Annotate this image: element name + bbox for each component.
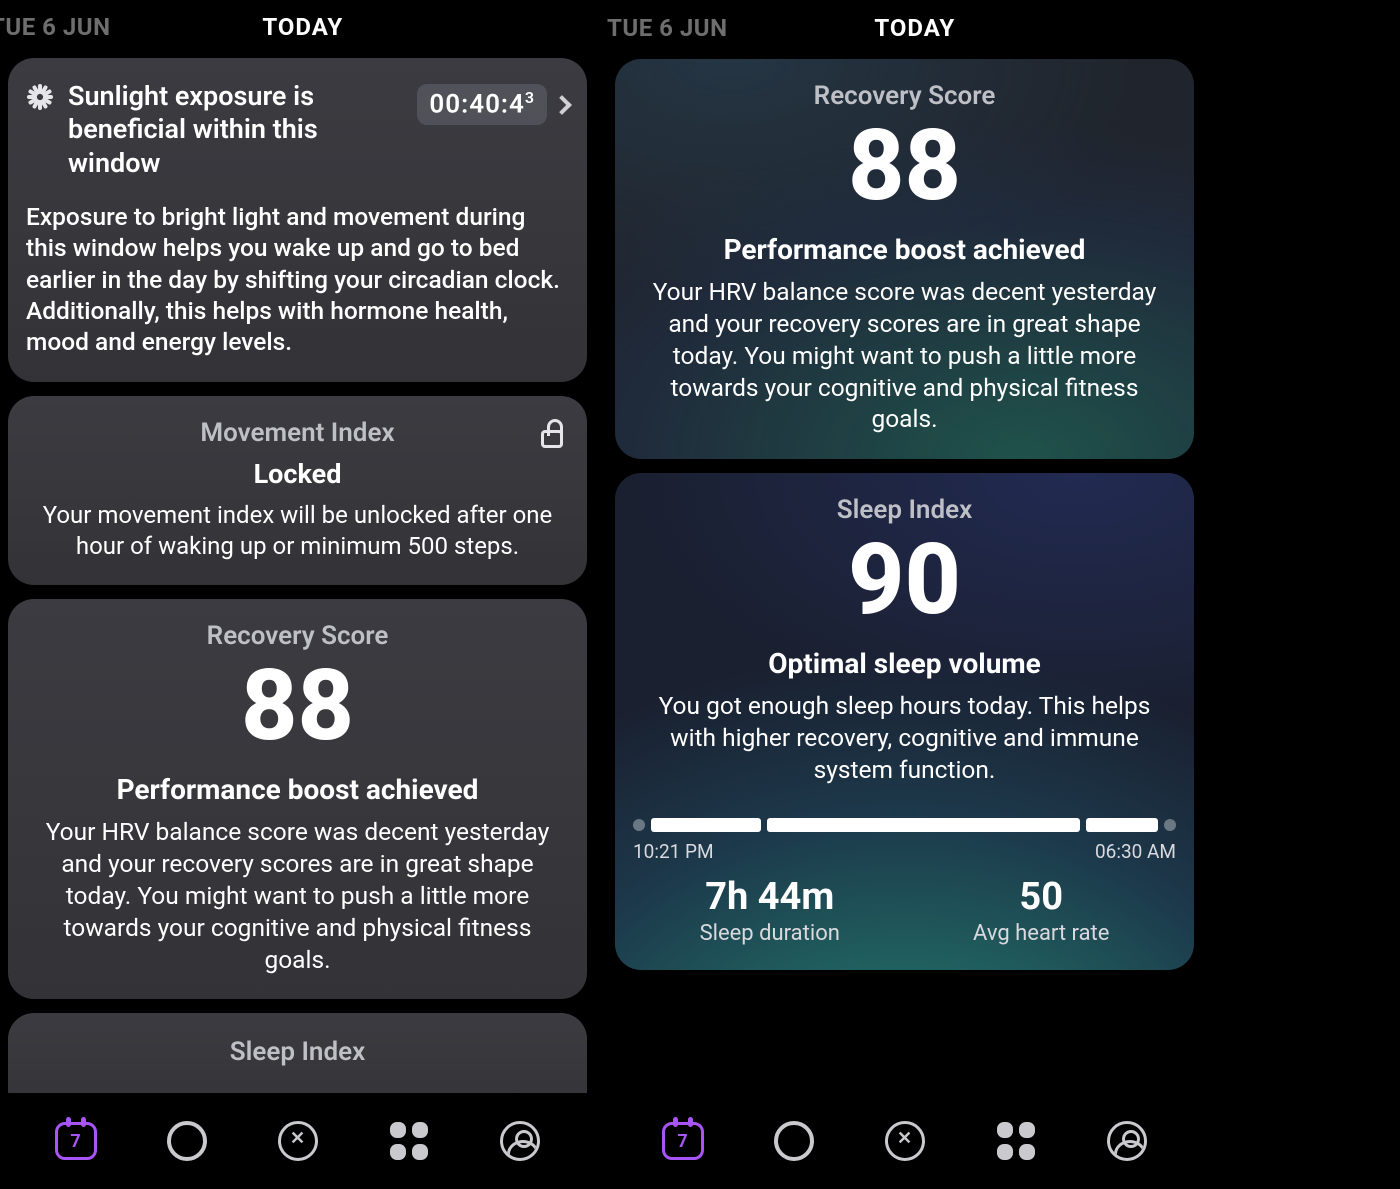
status-date: TUE 6 JUN — [607, 14, 728, 42]
recovery-title: Recovery Score — [207, 621, 389, 651]
recovery-title: Recovery Score — [814, 81, 996, 111]
status-bar: TUE 6 JUN TODAY — [0, 0, 595, 54]
sleep-title-stub: Sleep Index — [230, 1037, 365, 1067]
recovery-score: 88 — [633, 117, 1176, 215]
sunlight-card[interactable]: Sunlight exposure is beneficial within t… — [8, 58, 587, 382]
sleep-card[interactable]: Sleep Index 90 Optimal sleep volume You … — [615, 473, 1194, 970]
sleep-duration-value: 7h 44m — [700, 875, 840, 919]
movement-title: Movement Index — [200, 418, 394, 448]
sleep-end-time: 06:30 AM — [1095, 840, 1176, 863]
sleep-card-stub[interactable]: Sleep Index — [8, 1013, 587, 1093]
sleep-hr-value: 50 — [973, 875, 1109, 919]
nav-supplements[interactable] — [273, 1116, 323, 1166]
sleep-duration-label: Sleep duration — [700, 921, 840, 946]
recovery-card-right[interactable]: Recovery Score 88 Performance boost achi… — [615, 59, 1194, 459]
sleep-body: You got enough sleep hours today. This h… — [633, 690, 1176, 786]
sleep-dot-end — [1164, 819, 1176, 831]
sunlight-title: Sunlight exposure is beneficial within t… — [68, 80, 403, 181]
sleep-segment — [1086, 818, 1158, 832]
chevron-right-icon[interactable] — [552, 95, 572, 115]
recovery-card-left[interactable]: Recovery Score 88 Performance boost achi… — [8, 599, 587, 999]
nav-ring[interactable] — [162, 1116, 212, 1166]
recovery-body: Your HRV balance score was decent yester… — [26, 816, 569, 975]
nav-apps[interactable] — [991, 1116, 1041, 1166]
recovery-headline: Performance boost achieved — [633, 233, 1176, 266]
main-scroll[interactable]: Sunlight exposure is beneficial within t… — [0, 54, 595, 1093]
nav-calendar[interactable]: 7 — [658, 1116, 708, 1166]
bottom-nav: 7 — [607, 1093, 1202, 1189]
nav-profile[interactable] — [495, 1116, 545, 1166]
nav-apps[interactable] — [384, 1116, 434, 1166]
status-bar: TUE 6 JUN TODAY — [607, 0, 1202, 55]
sleep-start-time: 10:21 PM — [633, 840, 714, 863]
nav-supplements[interactable] — [880, 1116, 930, 1166]
movement-locked: Locked — [26, 458, 569, 490]
status-date: TUE 6 JUN — [0, 13, 111, 41]
nav-profile[interactable] — [1102, 1116, 1152, 1166]
recovery-body: Your HRV balance score was decent yester… — [633, 276, 1176, 435]
sleep-dot-start — [633, 819, 645, 831]
sleep-title: Sleep Index — [837, 495, 972, 525]
lock-icon — [541, 430, 563, 448]
recovery-score: 88 — [26, 657, 569, 755]
sun-loading-icon — [26, 86, 54, 114]
bottom-nav: 7 — [0, 1093, 595, 1189]
nav-calendar[interactable]: 7 — [51, 1116, 101, 1166]
movement-desc: Your movement index will be unlocked aft… — [26, 500, 569, 561]
sleep-score: 90 — [633, 531, 1176, 629]
sleep-timeline: 10:21 PM 06:30 AM 7h 44m Sleep duration … — [633, 818, 1176, 946]
movement-card[interactable]: Movement Index Locked Your movement inde… — [8, 396, 587, 585]
status-today: TODAY — [262, 13, 343, 41]
recovery-headline: Performance boost achieved — [26, 773, 569, 806]
sunlight-body: Exposure to bright light and movement du… — [26, 201, 569, 358]
main-scroll[interactable]: Recovery Score 88 Performance boost achi… — [607, 55, 1202, 1093]
nav-ring[interactable] — [769, 1116, 819, 1166]
sleep-segment — [767, 818, 1080, 832]
status-today: TODAY — [874, 14, 955, 42]
sunlight-timer: 00:40:43 — [417, 84, 547, 126]
sleep-headline: Optimal sleep volume — [633, 647, 1176, 680]
sleep-segment — [651, 818, 761, 832]
sleep-hr-label: Avg heart rate — [973, 921, 1109, 946]
